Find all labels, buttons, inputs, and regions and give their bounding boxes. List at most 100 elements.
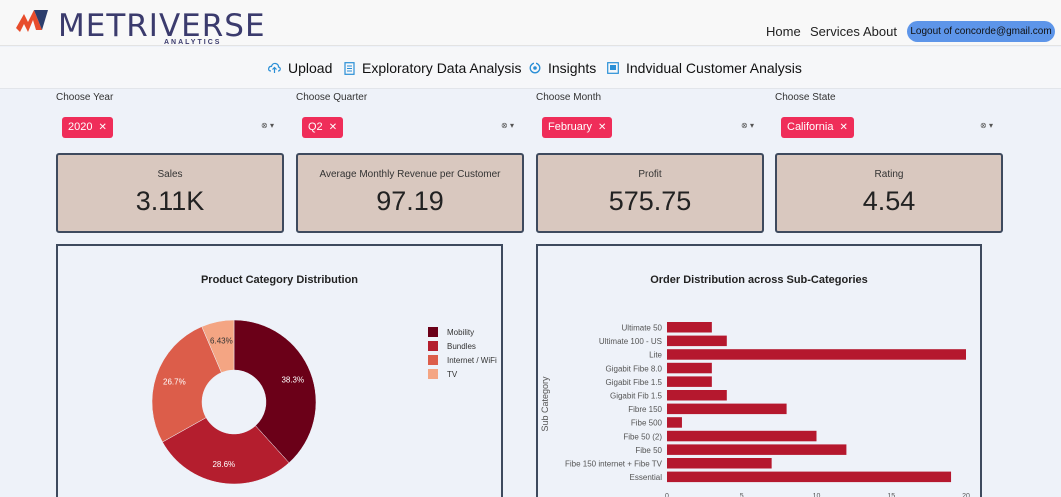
remove-icon[interactable]: ✕ [329, 122, 337, 133]
quarter-select[interactable]: Q2 ✕ ⊗ ▾ [296, 110, 522, 142]
insights-icon [529, 62, 541, 74]
x-tick-label: 10 [813, 493, 821, 497]
clear-and-dropdown-icon[interactable]: ⊗ ▾ [501, 121, 514, 130]
state-chip[interactable]: California ✕ [781, 117, 854, 138]
pie-slice-label: 38.3% [281, 375, 304, 384]
nav-services[interactable]: Services [810, 24, 860, 39]
metriverse-logo[interactable]: METRIVERSE ANALYTICS [14, 4, 265, 46]
month-select[interactable]: February ✕ ⊗ ▾ [536, 110, 762, 142]
tab-ica-label: Indvidual Customer Analysis [626, 60, 802, 76]
quarter-filter-label: Choose Quarter [296, 92, 368, 103]
tab-individual-customer-analysis[interactable]: Indvidual Customer Analysis [607, 60, 802, 76]
pie-slice-label: 6.43% [210, 336, 233, 345]
remove-icon[interactable]: ✕ [839, 122, 847, 133]
x-tick-label: 20 [962, 493, 970, 497]
pie-slice-label: 28.6% [212, 460, 235, 469]
tab-insights-label: Insights [548, 60, 597, 76]
category-tick-label: Fibre 150 [628, 405, 662, 414]
clear-and-dropdown-icon[interactable]: ⊗ ▾ [741, 121, 754, 130]
kpi-value: 575.75 [608, 186, 692, 216]
kpi-card-avg-revenue: Average Monthly Revenue per Customer 97.… [296, 153, 524, 233]
legend-label: Bundles [447, 341, 476, 351]
order-distribution-bar-chart: Ultimate 50 Ultimate 100 - US Lite Gigabit … [540, 322, 970, 497]
state-chip-value: California [787, 121, 834, 133]
logout-button[interactable]: Logout of concorde@gmail.com [907, 21, 1055, 42]
tab-exploratory-data-analysis[interactable]: Exploratory Data Analysis [344, 60, 522, 76]
kpi-value: 4.54 [862, 186, 916, 216]
kpi-value: 3.11K [135, 186, 205, 216]
logo-text: METRIVERSE [58, 8, 266, 44]
state-filter-label: Choose State [775, 92, 836, 103]
kpi-title: Average Monthly Revenue per Customer [319, 169, 501, 180]
category-tick-label: Fibe 50 (2) [623, 432, 662, 441]
year-chip-value: 2020 [68, 121, 93, 133]
legend-label: Internet / WiFi [447, 355, 497, 365]
quarter-chip-value: Q2 [308, 121, 323, 133]
clear-and-dropdown-icon[interactable]: ⊗ ▾ [261, 121, 274, 130]
tab-upload-label: Upload [288, 60, 333, 76]
month-filter-label: Choose Month [536, 92, 602, 103]
bar[interactable] [667, 376, 712, 387]
legend-mobility[interactable]: Mobility [428, 327, 474, 337]
logo-subtitle: ANALYTICS [164, 39, 222, 46]
bar[interactable] [667, 390, 727, 401]
logo-mark-icon [16, 10, 48, 32]
category-tick-label: Fibe 150 internet + Fibe TV [565, 460, 663, 469]
quarter-chip[interactable]: Q2 ✕ [302, 117, 344, 138]
order-distribution-panel: Order Distribution across Sub-Categories… [536, 244, 982, 497]
pie-slice-label: 26.7% [163, 378, 186, 387]
document-icon [344, 61, 355, 75]
monitor-icon [607, 62, 619, 74]
legend-swatch [428, 369, 438, 379]
bar[interactable] [667, 349, 966, 360]
bar[interactable] [667, 322, 712, 333]
bar[interactable] [667, 430, 817, 442]
bar[interactable] [667, 403, 787, 415]
x-tick-label: 0 [665, 493, 669, 497]
category-tick-label: Ultimate 50 [622, 324, 663, 333]
kpi-card-profit: Profit 575.75 [536, 153, 764, 233]
kpi-title: Rating [874, 169, 904, 180]
month-chip[interactable]: February ✕ [542, 117, 613, 138]
legend-swatch [428, 327, 438, 337]
remove-icon[interactable]: ✕ [98, 122, 106, 133]
bar[interactable] [667, 444, 847, 455]
kpi-value: 97.19 [376, 186, 444, 216]
cloud-upload-icon [268, 62, 281, 73]
category-tick-label: Lite [649, 351, 662, 360]
x-tick-label: 15 [887, 493, 895, 497]
month-chip-value: February [548, 121, 593, 133]
category-tick-label: Ultimate 100 - US [599, 337, 662, 346]
legend-tv[interactable]: TV [428, 369, 457, 379]
nav-about[interactable]: About [863, 24, 897, 39]
bar[interactable] [667, 362, 712, 374]
state-select[interactable]: California ✕ ⊗ ▾ [775, 110, 1001, 142]
category-tick-label: Gigabit Fibe 8.0 [606, 364, 663, 373]
category-tick-label: Gigabit Fib 1.5 [610, 392, 663, 401]
legend-swatch [428, 341, 438, 351]
year-chip[interactable]: 2020 ✕ [62, 117, 113, 138]
bar[interactable] [667, 417, 682, 428]
top-navbar: METRIVERSE ANALYTICS Home Services About… [0, 0, 1061, 46]
kpi-title: Sales [157, 169, 183, 180]
category-tick-label: Fibe 500 [631, 419, 663, 428]
y-axis-label: Sub Category [540, 376, 550, 432]
kpi-title: Profit [638, 169, 662, 180]
bar[interactable] [667, 471, 952, 483]
legend-internet-wifi[interactable]: Internet / WiFi [428, 355, 497, 365]
category-tick-label: Gigabit Fibe 1.5 [606, 378, 663, 387]
tab-bar: Upload Exploratory Data Analysis Insight… [0, 47, 1061, 89]
year-select[interactable]: 2020 ✕ ⊗ ▾ [56, 110, 282, 142]
legend-bundles[interactable]: Bundles [428, 341, 476, 351]
year-filter-label: Choose Year [56, 92, 114, 103]
remove-icon[interactable]: ✕ [598, 122, 606, 133]
nav-home[interactable]: Home [766, 24, 801, 39]
tab-insights[interactable]: Insights [529, 60, 596, 76]
bar[interactable] [667, 458, 772, 469]
legend-label: Mobility [447, 327, 475, 337]
bar[interactable] [667, 335, 727, 347]
category-tick-label: Fibe 50 [635, 446, 662, 455]
tab-upload[interactable]: Upload [268, 60, 332, 76]
product-category-panel: Product Category Distribution 38.3% 28.6%… [56, 244, 503, 497]
clear-and-dropdown-icon[interactable]: ⊗ ▾ [980, 121, 993, 130]
